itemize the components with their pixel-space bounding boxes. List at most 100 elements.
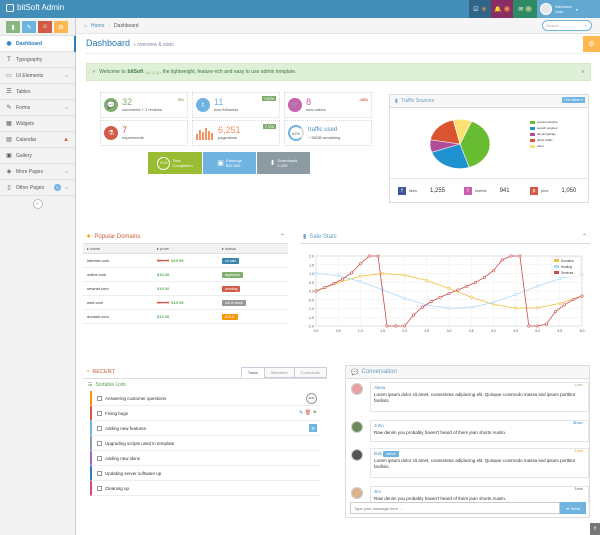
data-point[interactable] [536,284,540,288]
send-button[interactable]: ➦ Send [560,502,586,514]
brand[interactable]: bitSoft Admin [6,3,64,12]
list-item[interactable]: Cleaning up [90,481,320,496]
list-item[interactable]: Answering customer questions 62% [90,391,320,406]
downloads-button[interactable]: ⬇ Downloads 1,205 [257,152,310,174]
cog-icon[interactable]: ⚙ [309,424,317,432]
data-point[interactable] [447,287,451,291]
column-header[interactable]: ▸ name [83,244,153,254]
data-point[interactable] [465,284,469,288]
data-point[interactable] [403,324,407,328]
list-item[interactable]: Updating server software up [90,466,320,481]
tasks-menu[interactable]: ☑ 4 [469,0,491,18]
data-point[interactable] [562,303,566,307]
data-point[interactable] [474,280,478,284]
data-point[interactable] [469,305,473,309]
message-author[interactable]: Alexa [374,385,385,390]
list-item[interactable]: Adding new features ⚙ [90,421,320,436]
tab-comments[interactable]: Comments [293,367,327,378]
data-point[interactable] [420,305,424,309]
group-icon[interactable]: ☺ [38,21,52,33]
sidebar-item-tables[interactable]: ☰ Tables [0,84,75,100]
data-point[interactable] [580,294,584,298]
message-author[interactable]: Jim [374,489,381,494]
task-checkbox[interactable] [97,440,102,446]
sidebar-item-widgets[interactable]: ▦ Widgets [0,116,75,132]
data-point[interactable] [358,262,362,266]
data-point[interactable] [438,295,442,299]
data-point[interactable] [500,258,504,262]
data-point[interactable] [509,254,513,258]
data-point[interactable] [341,277,345,281]
signal-icon[interactable]: ▮ [6,21,20,33]
scroll-top-button[interactable]: ⇑ [590,523,600,535]
data-point[interactable] [349,271,353,275]
data-point[interactable] [367,254,371,258]
task-checkbox[interactable] [97,425,102,431]
notifications-menu[interactable]: 🔔 8 [491,0,513,18]
data-point[interactable] [571,298,575,302]
flag-icon[interactable]: ⚑ [313,410,317,416]
data-point[interactable] [376,254,380,258]
data-point[interactable] [580,272,584,276]
data-point[interactable] [553,310,557,314]
task-checkbox[interactable] [97,395,102,401]
data-point[interactable] [456,288,460,292]
sidebar-item-calendar[interactable]: ▤ Calendar ▲ [0,132,75,148]
social-twitter[interactable]: t tweets 941 [456,186,522,195]
task-checkbox[interactable] [97,485,102,491]
task-checkbox[interactable] [97,470,102,476]
data-point[interactable] [518,254,522,258]
message-author[interactable]: Bob [374,451,382,456]
tab-members[interactable]: Members [263,367,295,378]
data-point[interactable] [412,313,416,317]
sidebar-item-forms[interactable]: ✎ Forms ⌄ [0,100,75,116]
data-point[interactable] [394,324,398,328]
data-point[interactable] [323,285,327,289]
data-point[interactable] [447,291,451,295]
tab-tasks[interactable]: Tasks [240,367,265,378]
sidebar-item-other-pages[interactable]: ▯ Other Pages 5 ⌄ [0,180,75,196]
data-point[interactable] [491,269,495,273]
data-point[interactable] [403,296,407,300]
data-point[interactable] [314,271,318,275]
social-pinterest[interactable]: p pins 1,050 [522,186,588,195]
period-dropdown[interactable]: This Week ▾ [561,97,585,103]
data-point[interactable] [536,306,540,310]
sidebar-item-gallery[interactable]: ▣ Gallery [0,148,75,164]
task-checkbox[interactable] [97,410,102,416]
chevron-up-icon[interactable]: ⌃ [582,233,587,240]
data-point[interactable] [425,278,429,282]
data-point[interactable] [558,277,562,281]
column-header[interactable]: ▸ price [153,244,218,254]
message-author[interactable]: John [374,423,384,428]
pencil-icon[interactable]: ✎ [22,21,36,33]
sidebar-item-dashboard[interactable]: ◉ Dashboard [0,36,76,52]
search-input[interactable]: Search ... ⌕ [542,20,592,31]
data-point[interactable] [358,280,362,284]
data-point[interactable] [314,289,318,293]
task-checkbox[interactable] [97,455,102,461]
sidebar-collapse[interactable]: « [0,196,75,209]
data-point[interactable] [469,295,473,299]
pencil-icon[interactable]: ✎ [299,410,303,416]
data-point[interactable] [447,306,451,310]
data-point[interactable] [514,306,518,310]
social-facebook[interactable]: f likes 1,255 [390,186,456,195]
list-item[interactable]: Adding new skins [90,451,320,466]
data-point[interactable] [514,293,518,297]
sidebar-item-more-pages[interactable]: ◈ More Pages ⌄ [0,164,75,180]
list-item[interactable]: Upgrading scripts used in template [90,436,320,451]
data-point[interactable] [429,299,433,303]
data-point[interactable] [527,324,531,328]
cogs-icon[interactable]: ⚙ [54,21,68,33]
messages-menu[interactable]: ✉ 5 [513,0,537,18]
data-point[interactable] [545,322,549,326]
breadcrumb-home[interactable]: Home [91,23,104,29]
column-header[interactable]: ▸ status [218,244,288,254]
earnings-button[interactable]: ▣ Earnings $32,000 [203,152,256,174]
chevron-up-icon[interactable]: ⌃ [280,233,285,240]
data-point[interactable] [482,275,486,279]
user-menu[interactable]: Welcome, User ▾ [537,0,600,18]
data-point[interactable] [332,282,336,286]
close-icon[interactable]: × [581,69,585,76]
